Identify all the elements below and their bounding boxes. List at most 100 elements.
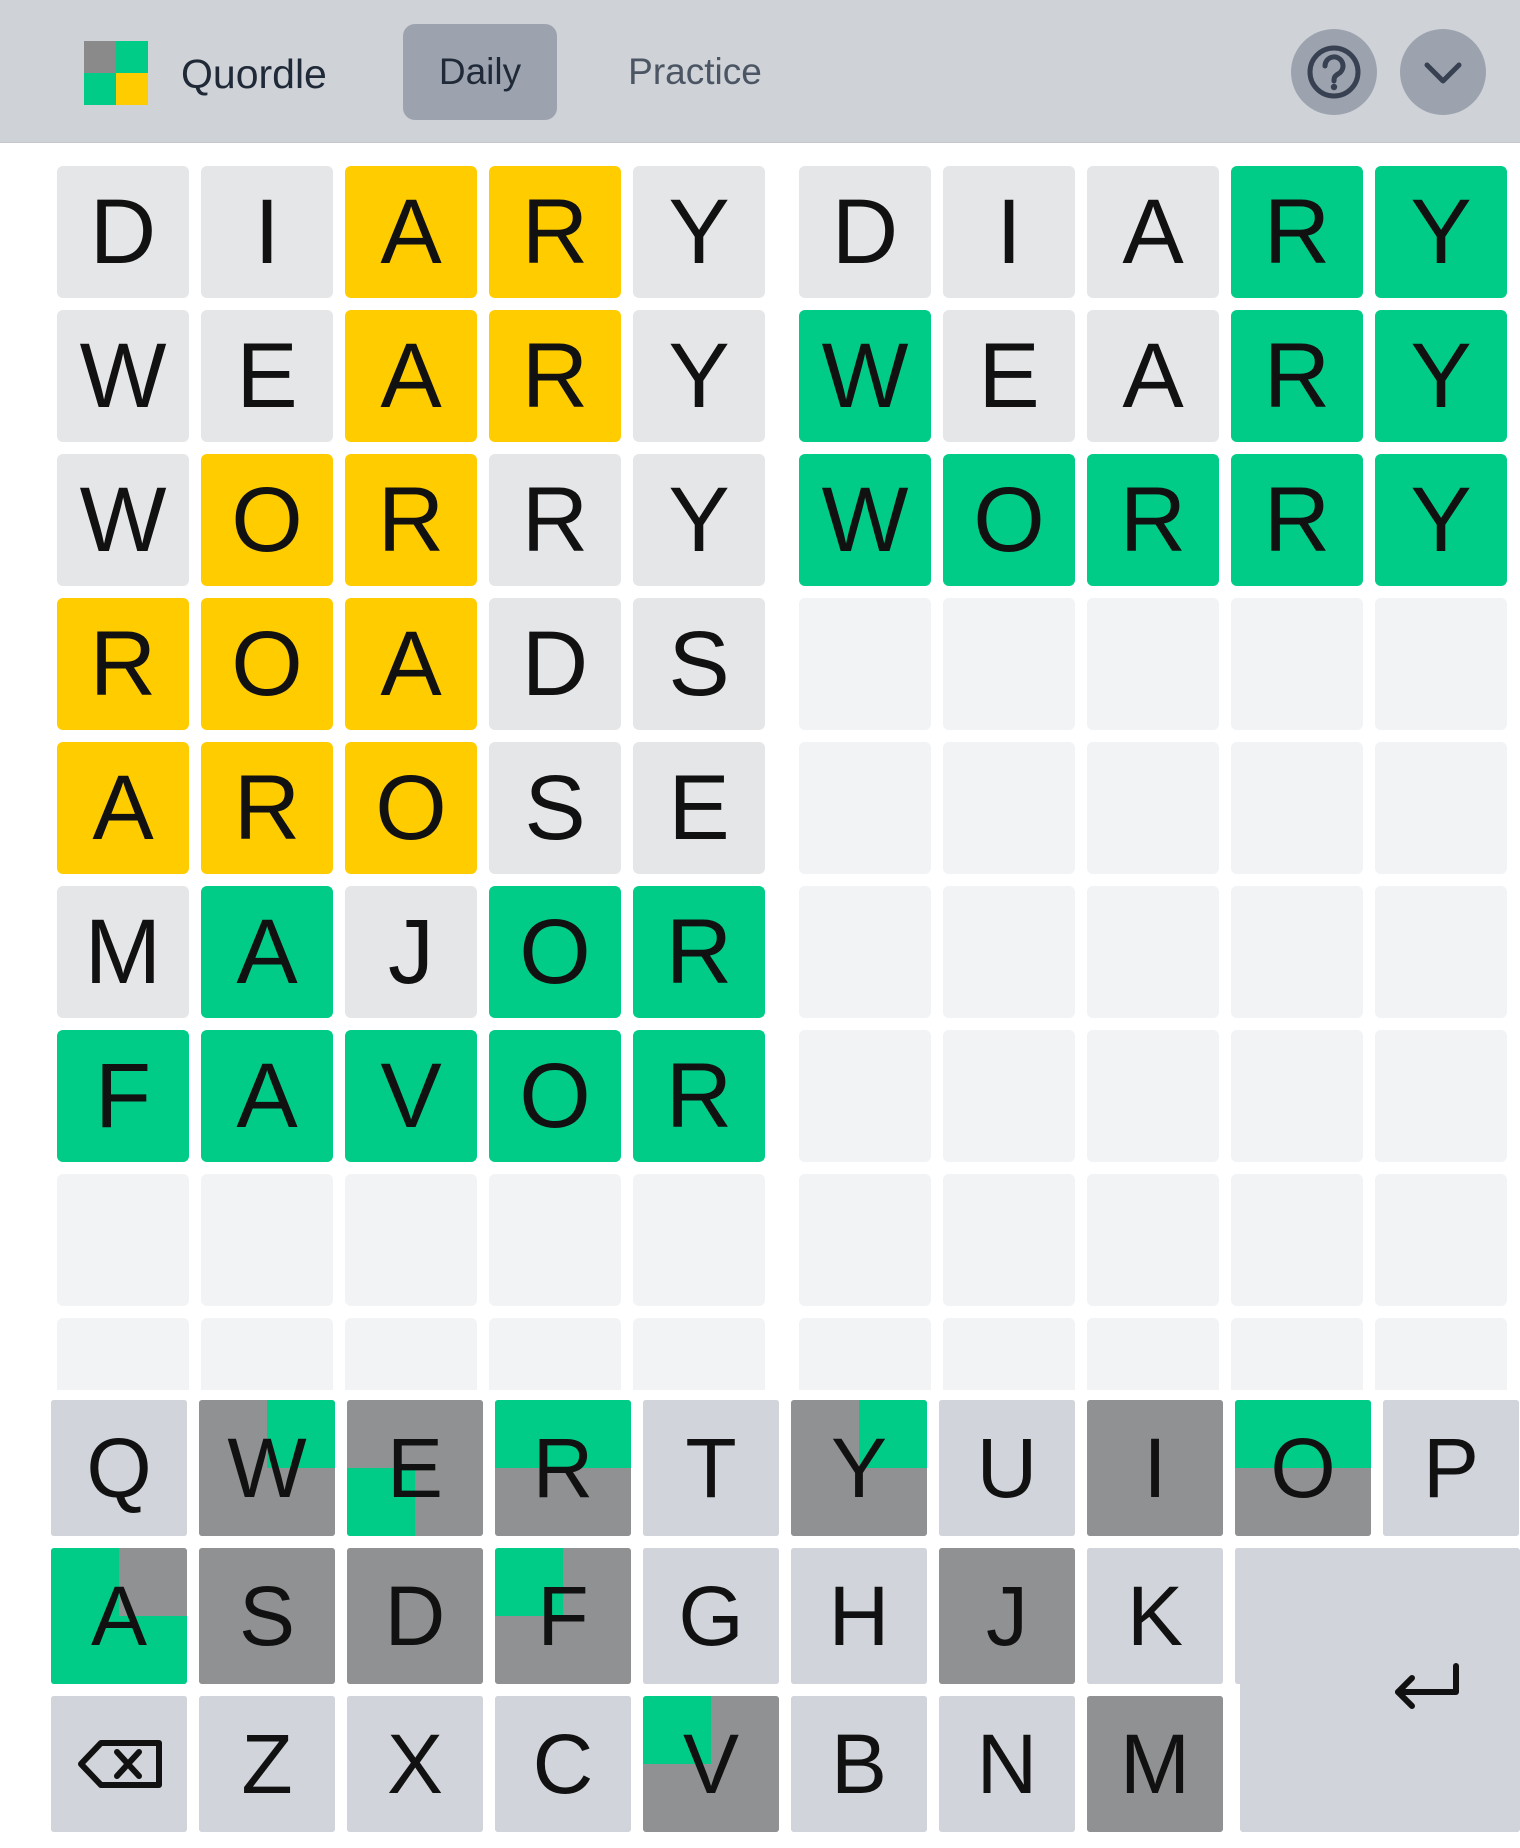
key-o[interactable]: O [1235, 1400, 1371, 1536]
board-2: DIARYWEARYWORRY [799, 166, 1507, 1450]
enter-key[interactable] [1240, 1548, 1520, 1832]
tile: Y [633, 310, 765, 442]
question-circle-icon [1307, 45, 1361, 99]
tile: E [201, 310, 333, 442]
key-j[interactable]: J [939, 1548, 1075, 1684]
tile: Y [1375, 454, 1507, 586]
help-button[interactable] [1291, 29, 1377, 115]
backspace-icon [51, 1696, 187, 1832]
tile: R [1231, 310, 1363, 442]
quordle-logo [84, 41, 148, 105]
tile: O [489, 1030, 621, 1162]
key-f[interactable]: F [495, 1548, 631, 1684]
tile [633, 1174, 765, 1306]
key-q[interactable]: Q [51, 1400, 187, 1536]
logo-square [116, 73, 148, 105]
tile [1375, 1174, 1507, 1306]
tab-daily[interactable]: Daily [403, 24, 557, 120]
key-e[interactable]: E [347, 1400, 483, 1536]
backspace-key[interactable] [51, 1696, 187, 1832]
board-1: DIARYWEARYWORRYROADSAROSEMAJORFAVOR [57, 166, 765, 1450]
key-h[interactable]: H [791, 1548, 927, 1684]
tile [1375, 742, 1507, 874]
key-u[interactable]: U [939, 1400, 1075, 1536]
tile [1231, 886, 1363, 1018]
key-b[interactable]: B [791, 1696, 927, 1832]
tile: R [1087, 454, 1219, 586]
tile: O [345, 742, 477, 874]
tile [1375, 886, 1507, 1018]
tab-practice[interactable]: Practice [600, 24, 790, 120]
key-n[interactable]: N [939, 1696, 1075, 1832]
key-s[interactable]: S [199, 1548, 335, 1684]
app-title: Quordle [181, 51, 327, 97]
key-z[interactable]: Z [199, 1696, 335, 1832]
tile: O [943, 454, 1075, 586]
key-y[interactable]: Y [791, 1400, 927, 1536]
key-r[interactable]: R [495, 1400, 631, 1536]
tile: J [345, 886, 477, 1018]
tile: R [1231, 454, 1363, 586]
tile [943, 886, 1075, 1018]
key-label: S [238, 1568, 296, 1663]
tile: Y [1375, 310, 1507, 442]
key-label: K [1126, 1568, 1184, 1663]
tile [201, 1174, 333, 1306]
key-d[interactable]: D [347, 1548, 483, 1684]
tile: R [57, 598, 189, 730]
tile [799, 1030, 931, 1162]
tile: Y [633, 454, 765, 586]
tile [799, 1174, 931, 1306]
tile: A [1087, 310, 1219, 442]
tile [489, 1174, 621, 1306]
key-label: H [828, 1568, 890, 1663]
tile: A [345, 598, 477, 730]
tile [943, 1174, 1075, 1306]
tile [1231, 1030, 1363, 1162]
tile: S [489, 742, 621, 874]
key-c[interactable]: C [495, 1696, 631, 1832]
enter-icon [1358, 1622, 1494, 1763]
tile: D [57, 166, 189, 298]
keyboard: QWERTYUIOPASDFGHJKLZXCVBNM [0, 1390, 1520, 1848]
tile: F [57, 1030, 189, 1162]
tile: A [57, 742, 189, 874]
tile: E [633, 742, 765, 874]
key-label: J [986, 1568, 1028, 1663]
key-label: O [1270, 1420, 1336, 1515]
tile: Y [633, 166, 765, 298]
tile [799, 598, 931, 730]
key-g[interactable]: G [643, 1548, 779, 1684]
tile [1087, 1174, 1219, 1306]
tile: D [489, 598, 621, 730]
tile [1087, 598, 1219, 730]
key-label: D [384, 1568, 446, 1663]
tile: W [799, 454, 931, 586]
key-label: C [532, 1716, 594, 1811]
key-w[interactable]: W [199, 1400, 335, 1536]
tile: O [201, 454, 333, 586]
key-k[interactable]: K [1087, 1548, 1223, 1684]
key-label: I [1143, 1420, 1167, 1515]
tile [943, 1030, 1075, 1162]
key-label: Z [241, 1716, 293, 1811]
key-a[interactable]: A [51, 1548, 187, 1684]
key-label: V [682, 1716, 740, 1811]
key-m[interactable]: M [1087, 1696, 1223, 1832]
key-t[interactable]: T [643, 1400, 779, 1536]
menu-button[interactable] [1400, 29, 1486, 115]
tile: W [799, 310, 931, 442]
key-i[interactable]: I [1087, 1400, 1223, 1536]
key-v[interactable]: V [643, 1696, 779, 1832]
tile: R [489, 454, 621, 586]
key-x[interactable]: X [347, 1696, 483, 1832]
tile [1087, 886, 1219, 1018]
tile: A [1087, 166, 1219, 298]
tile [943, 598, 1075, 730]
tile: E [943, 310, 1075, 442]
key-label: U [976, 1420, 1038, 1515]
tile: O [489, 886, 621, 1018]
tile [1375, 598, 1507, 730]
tile: V [345, 1030, 477, 1162]
key-p[interactable]: P [1383, 1400, 1519, 1536]
